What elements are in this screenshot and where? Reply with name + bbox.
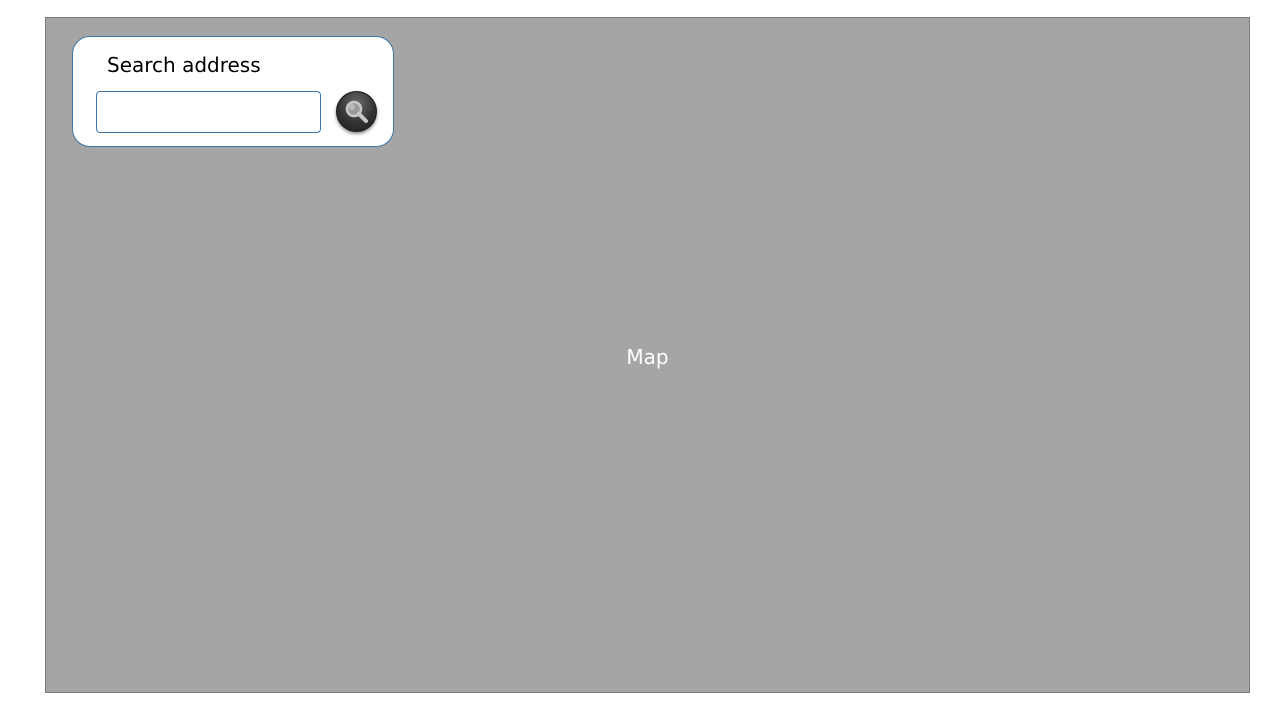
search-panel: Search address [72,36,394,147]
map-label: Map [626,345,669,369]
search-title: Search address [107,53,261,77]
magnifier-icon [344,99,370,125]
search-address-input[interactable] [96,91,321,133]
search-button[interactable] [336,91,377,132]
